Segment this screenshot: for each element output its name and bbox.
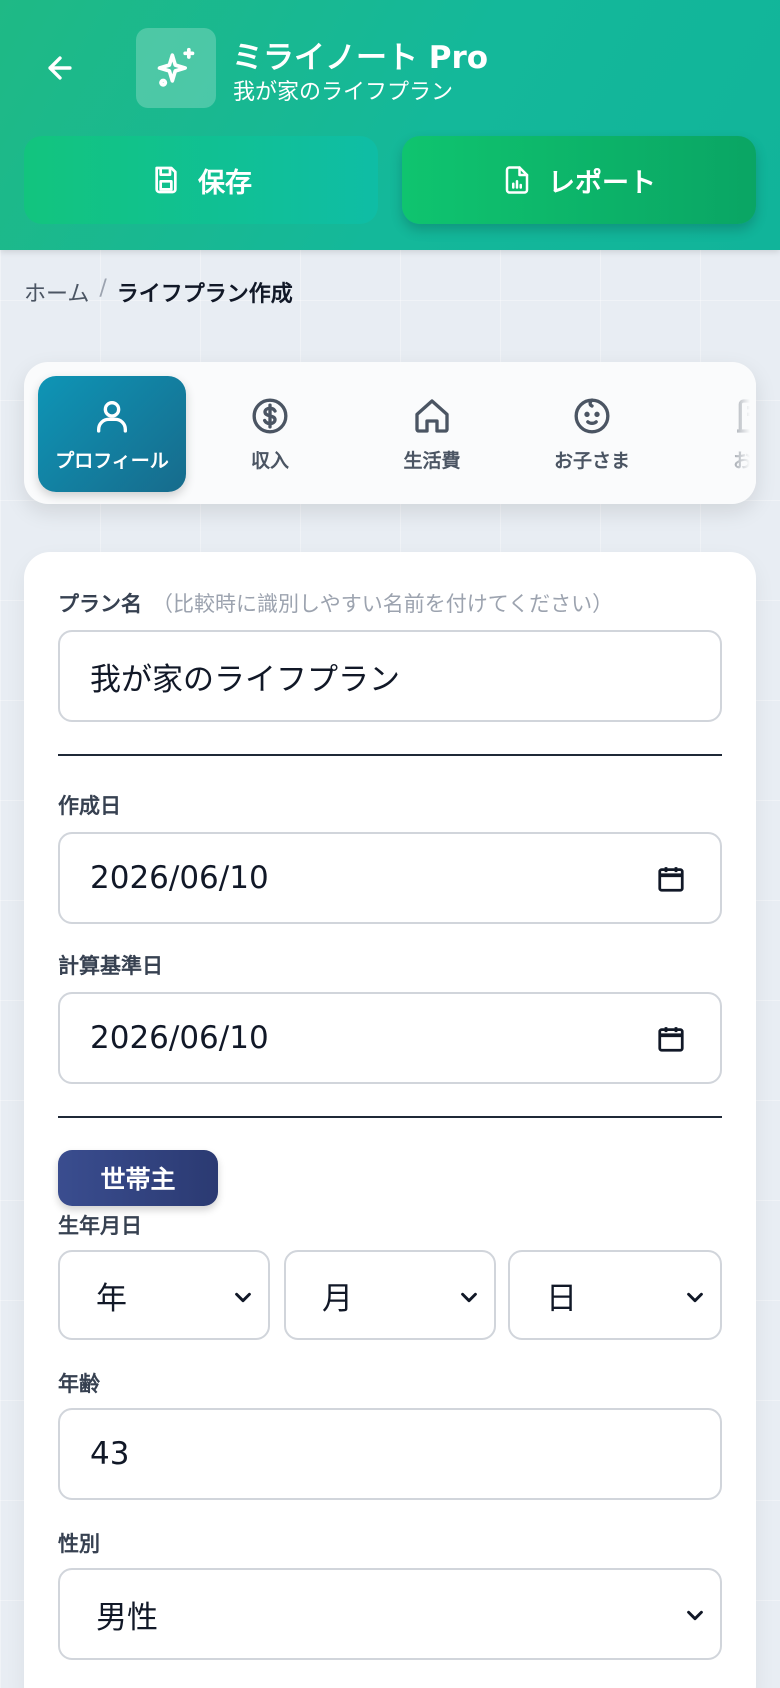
- tabs-scroll-fade: [716, 362, 756, 504]
- tab-children[interactable]: お子さま: [518, 376, 666, 492]
- householder-badge: 世帯主: [58, 1150, 218, 1206]
- chevron-down-icon: [461, 1292, 477, 1303]
- save-icon: [155, 166, 177, 194]
- user-icon: [97, 400, 128, 433]
- app-title: ミライノート Pro: [232, 40, 489, 76]
- calendar-icon[interactable]: [656, 864, 686, 894]
- age-label: 年齢: [58, 1372, 100, 1396]
- home-icon: [415, 398, 449, 433]
- app-logo: [136, 28, 216, 108]
- birth-day-value: 日: [546, 1280, 577, 1317]
- birth-day-select[interactable]: 日: [508, 1250, 722, 1340]
- breadcrumb: ホーム / ライフプラン作成: [24, 276, 293, 308]
- base-date-value: 2026/06/10: [90, 1020, 269, 1056]
- sparkles-icon: [157, 47, 195, 87]
- age-input[interactable]: 43: [58, 1408, 722, 1500]
- birthdate-label: 生年月日: [58, 1214, 142, 1238]
- tab-label: お子さま: [553, 449, 630, 472]
- report-icon: [505, 166, 529, 194]
- app-subtitle: 我が家のライフプラン: [233, 80, 454, 105]
- baby-icon: [574, 398, 610, 433]
- created-date-value: 2026/06/10: [90, 860, 269, 896]
- plan-name-input[interactable]: 我が家のライフプラン: [58, 630, 722, 722]
- divider: [58, 754, 722, 756]
- plan-name-hint: （比較時に識別しやすい名前を付けてください）: [152, 592, 614, 616]
- report-button[interactable]: レポート: [402, 136, 756, 224]
- tab-label: プロフィール: [55, 449, 169, 472]
- birth-month-value: 月: [322, 1280, 353, 1317]
- base-date-input[interactable]: 2026/06/10: [58, 992, 722, 1084]
- back-button[interactable]: [36, 44, 84, 92]
- gender-label: 性別: [58, 1532, 100, 1556]
- age-value: 43: [90, 1436, 130, 1472]
- calendar-icon[interactable]: [656, 1024, 686, 1054]
- app-header: ミライノート Pro 我が家のライフプラン 保存 レポート: [0, 0, 780, 250]
- back-arrow-icon: [48, 56, 72, 80]
- report-button-label: レポート: [548, 167, 656, 199]
- tab-label: 収入: [250, 449, 289, 472]
- chevron-down-icon: [687, 1610, 703, 1621]
- gender-select[interactable]: 男性: [58, 1568, 722, 1660]
- dollar-icon: [252, 398, 288, 433]
- tab-label: 生活費: [403, 449, 461, 472]
- breadcrumb-separator: /: [99, 276, 107, 301]
- save-button-label: 保存: [198, 167, 252, 199]
- divider: [58, 1116, 722, 1118]
- base-date-label: 計算基準日: [58, 954, 163, 978]
- birth-year-select[interactable]: 年: [58, 1250, 270, 1340]
- save-button[interactable]: 保存: [24, 136, 378, 224]
- plan-name-value: 我が家のライフプラン: [90, 661, 400, 698]
- birth-year-value: 年: [96, 1280, 127, 1317]
- chevron-down-icon: [687, 1292, 703, 1303]
- tab-income[interactable]: 収入: [196, 376, 344, 492]
- plan-name-label: プラン名 （比較時に識別しやすい名前を付けてください）: [58, 588, 613, 618]
- gender-value: 男性: [96, 1599, 158, 1636]
- chevron-down-icon: [235, 1292, 251, 1303]
- section-tabs: プロフィール 収入 生活費 お子さま お住: [24, 362, 756, 504]
- profile-form: プラン名 （比較時に識別しやすい名前を付けてください） 我が家のライフプラン 作成…: [24, 552, 756, 1688]
- tab-profile[interactable]: プロフィール: [38, 376, 186, 492]
- breadcrumb-current: ライフプラン作成: [116, 282, 293, 307]
- birth-month-select[interactable]: 月: [284, 1250, 496, 1340]
- breadcrumb-home[interactable]: ホーム: [24, 276, 89, 308]
- created-date-label: 作成日: [58, 794, 121, 818]
- plan-name-label-text: プラン名: [58, 592, 142, 616]
- created-date-input[interactable]: 2026/06/10: [58, 832, 722, 924]
- tab-living-cost[interactable]: 生活費: [358, 376, 506, 492]
